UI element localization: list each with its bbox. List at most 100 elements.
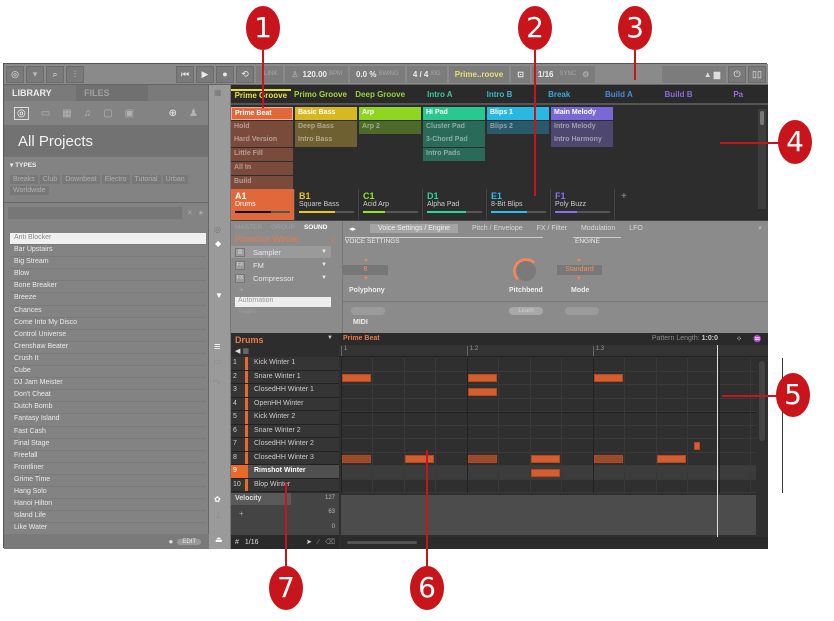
signature-field[interactable]: 4 / 4 SIG: [406, 65, 447, 83]
list-item[interactable]: Don't Cheat: [10, 390, 206, 403]
timeline-ruler[interactable]: 1 1.2 1.3: [339, 345, 768, 357]
favorites-icon[interactable]: ★: [198, 209, 204, 217]
clip-pattern[interactable]: Intro Pads: [423, 148, 485, 162]
sample-icon[interactable]: ▣: [125, 108, 134, 119]
clip-pattern[interactable]: Hi Pad: [423, 107, 485, 120]
arranger-scrollbar[interactable]: [758, 109, 766, 209]
sounds-icon[interactable]: ▦: [62, 108, 71, 119]
list-item[interactable]: Bone Breaker: [10, 281, 206, 294]
dice-icon[interactable]: ⁘: [736, 335, 742, 343]
clip-pattern[interactable]: Arp: [359, 107, 421, 120]
collapse-icon[interactable]: ▼: [215, 291, 223, 300]
tab-voice-settings[interactable]: Voice Settings / Engine: [370, 224, 459, 233]
scene-slot[interactable]: Build B: [649, 90, 709, 99]
clip-pattern[interactable]: Hold: [231, 120, 293, 134]
tab-lfo[interactable]: LFO: [629, 225, 643, 232]
tab-pitch-envelope[interactable]: Pitch / Envelope: [472, 225, 523, 232]
mode-value[interactable]: Standard: [557, 265, 602, 275]
group-selector[interactable]: Drums ▼: [231, 333, 339, 347]
automation-button[interactable]: Automation: [235, 297, 331, 307]
list-item[interactable]: Come Into My Disco: [10, 318, 206, 330]
velocity-lane[interactable]: [341, 495, 756, 535]
learn-button[interactable]: Learn: [509, 307, 543, 315]
master-volume-meter[interactable]: ▲ ▆: [662, 65, 726, 83]
note-event[interactable]: [467, 387, 498, 396]
clip-pattern[interactable]: Intro Melody: [551, 120, 613, 134]
add-modulation-button[interactable]: +: [239, 509, 244, 518]
chevron-down-icon[interactable]: ▼: [321, 275, 327, 281]
search-icon[interactable]: ⌕: [331, 234, 336, 245]
mixer-button[interactable]: ⫶: [66, 65, 84, 83]
scene-slot[interactable]: Build A: [589, 90, 649, 99]
plugin-view-icon[interactable]: ◎: [214, 225, 221, 234]
clip-pattern[interactable]: Blips 1: [487, 107, 549, 120]
note-event[interactable]: [342, 455, 372, 463]
sound-slot[interactable]: 6 Snare Winter 2: [231, 424, 339, 438]
step-view-icon[interactable]: ▭: [214, 357, 222, 366]
midi-toggle[interactable]: [351, 307, 385, 315]
record-button[interactable]: ●: [216, 65, 234, 83]
tag-chip[interactable]: Breaks: [10, 175, 38, 184]
pencil-tool-icon[interactable]: ⁄: [318, 539, 319, 546]
velocity-label[interactable]: Velocity: [231, 493, 291, 505]
swing-field[interactable]: 0.0 % SWING: [350, 65, 405, 83]
group-slot[interactable]: F1 Poly Buzz: [551, 189, 615, 220]
grid-icon[interactable]: ▦: [242, 348, 249, 355]
pattern-horizontal-scrollbar[interactable]: [341, 537, 768, 549]
list-item[interactable]: Island Life: [10, 511, 206, 524]
note-event[interactable]: [593, 455, 624, 463]
eraser-tool-icon[interactable]: ⌫: [325, 538, 335, 546]
polyphony-up-arrow[interactable]: ▲: [363, 257, 369, 263]
note-event[interactable]: [467, 374, 498, 382]
list-item[interactable]: Breeze: [10, 293, 206, 306]
clip-pattern[interactable]: Arp 2: [359, 120, 421, 134]
grid-hash-icon[interactable]: #: [235, 539, 239, 546]
eject-icon[interactable]: ⏏: [215, 535, 223, 544]
projects-icon[interactable]: ◎: [14, 106, 29, 120]
speaker-icon[interactable]: ◀: [235, 348, 240, 355]
note-event[interactable]: [656, 455, 687, 463]
follow-button[interactable]: ⊡: [511, 65, 530, 83]
mode-up-arrow[interactable]: ▲: [576, 257, 582, 263]
tempo-field[interactable]: ♙ 120.00 BPM: [285, 65, 348, 83]
sound-slot[interactable]: 9 Rimshot Winter: [231, 465, 339, 479]
list-item[interactable]: Fast Cash: [10, 427, 206, 439]
browser-search-button[interactable]: ⌕: [46, 65, 64, 83]
list-item[interactable]: Final Stage: [10, 439, 206, 451]
product-selector[interactable]: All Projects▾: [4, 125, 768, 271]
list-item[interactable]: Freefall: [10, 451, 206, 463]
add-plugin-button[interactable]: +: [231, 284, 342, 295]
clip-pattern[interactable]: Blips 2: [487, 120, 549, 134]
sound-slot[interactable]: 5 Kick Winter 2: [231, 411, 339, 425]
note-event[interactable]: [593, 374, 624, 382]
list-item[interactable]: Hang Solo: [10, 487, 206, 500]
tag-chip[interactable]: Downbeat: [62, 175, 100, 184]
sample-editor-icon[interactable]: ∿: [214, 377, 221, 386]
menu-dropdown-button[interactable]: ▾: [26, 65, 44, 83]
list-item[interactable]: Cube: [10, 366, 206, 379]
clip-pattern[interactable]: Intro Bass: [295, 134, 357, 148]
step-grid-value[interactable]: 1/16: [245, 539, 259, 546]
macro-toggle[interactable]: [565, 307, 599, 315]
sound-slot[interactable]: 7 ClosedHH Winter 2: [231, 438, 339, 452]
note-event[interactable]: [404, 455, 435, 463]
group-slot[interactable]: B1 Square Bass: [295, 189, 359, 220]
scene-slot[interactable]: Deep Groove: [350, 90, 410, 99]
list-item[interactable]: Grime Time: [10, 475, 206, 487]
pattern-vertical-scrollbar[interactable]: [759, 361, 765, 441]
edit-button[interactable]: EDIT: [177, 538, 201, 545]
plugin-slot[interactable]: FX Compressor ▼: [231, 272, 331, 284]
note-event[interactable]: [530, 455, 561, 463]
user-icon[interactable]: ♟: [189, 108, 198, 119]
tab-library[interactable]: LIBRARY: [4, 85, 76, 101]
plugin-slot[interactable]: ▥ Sampler ▼: [231, 246, 331, 258]
ni-logo-button[interactable]: ▯▯: [748, 65, 766, 83]
drum-pad-icon[interactable]: ✿: [214, 495, 221, 504]
group-slot[interactable]: E1 8-Bit Blips: [487, 189, 551, 220]
clip-pattern[interactable]: Basic Bass: [295, 107, 357, 120]
clip-pattern[interactable]: Cluster Pad: [423, 120, 485, 134]
restart-button[interactable]: ⏮: [176, 65, 194, 83]
clip-pattern[interactable]: Prime Beat: [231, 107, 293, 120]
clip-pattern[interactable]: Build: [231, 175, 293, 189]
gear-icon[interactable]: ⚙: [582, 70, 589, 79]
